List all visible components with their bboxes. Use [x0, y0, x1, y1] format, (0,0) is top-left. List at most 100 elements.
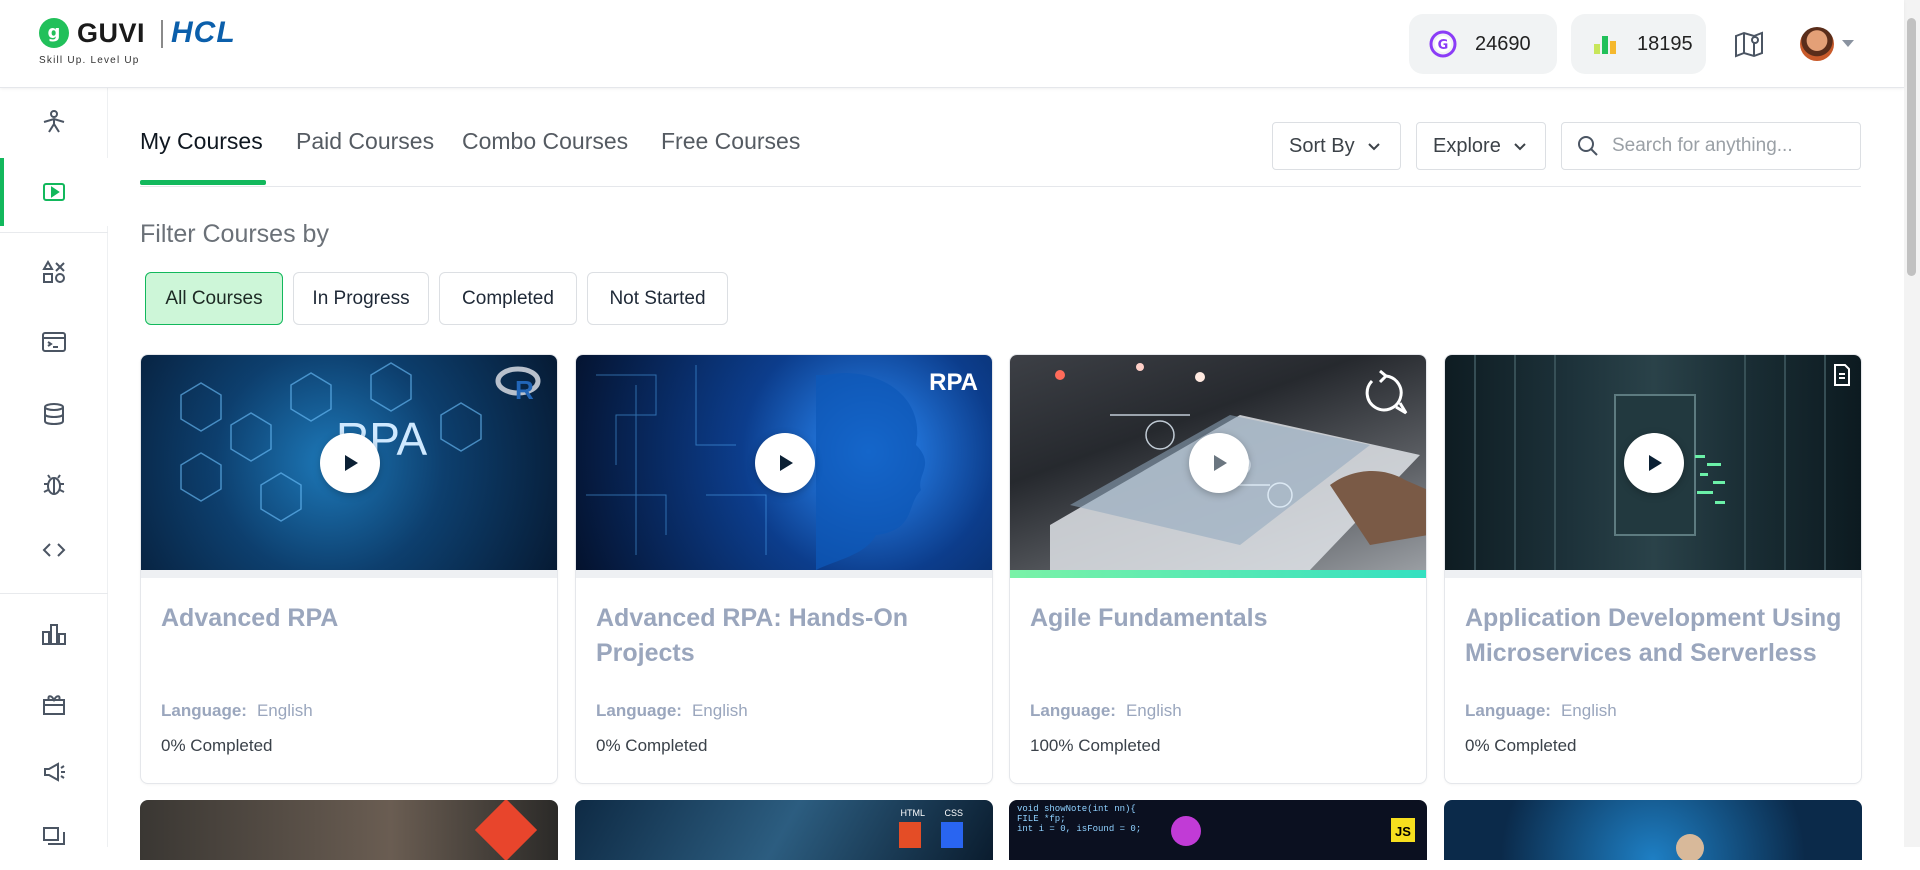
- explore-dropdown[interactable]: Explore: [1416, 122, 1546, 170]
- logo-divider: [161, 20, 163, 48]
- avatar[interactable]: [1800, 27, 1834, 61]
- tab-free-courses[interactable]: Free Courses: [661, 128, 800, 155]
- course-progress-bar: [576, 570, 992, 578]
- document-icon: [1831, 363, 1853, 392]
- scrollbar-thumb[interactable]: [1907, 18, 1916, 276]
- language-label: Language:: [161, 701, 247, 720]
- course-thumbnail[interactable]: RPA R: [141, 355, 557, 570]
- course-title[interactable]: Advanced RPA: [161, 601, 541, 636]
- play-button[interactable]: [320, 433, 380, 493]
- filter-completed[interactable]: Completed: [439, 272, 577, 325]
- filter-all-courses[interactable]: All Courses: [145, 272, 283, 325]
- svg-text:G: G: [1438, 38, 1449, 53]
- language-value: English: [691, 701, 748, 720]
- language-value: English: [1560, 701, 1617, 720]
- forum-icon[interactable]: [0, 802, 108, 870]
- language-label: Language:: [1465, 701, 1551, 720]
- course-title[interactable]: Application Development Using Microservi…: [1465, 601, 1845, 671]
- course-card[interactable]: RPA Advanced RPA: Hands-On Projects Lang…: [575, 354, 993, 784]
- play-icon: [1214, 455, 1227, 471]
- geekoins-count: 24690: [1475, 32, 1531, 55]
- geekoins-pill[interactable]: G 24690: [1409, 14, 1557, 74]
- course-language: Language: English: [1465, 701, 1617, 721]
- r-language-badge: R: [495, 363, 541, 405]
- explore-label: Explore: [1433, 134, 1501, 157]
- filter-title: Filter Courses by: [140, 220, 329, 248]
- play-button[interactable]: [755, 433, 815, 493]
- course-thumbnail[interactable]: RPA: [576, 355, 992, 570]
- announcements-icon[interactable]: [0, 738, 108, 806]
- course-progress-bar: [1445, 570, 1861, 578]
- course-card[interactable]: RPA R Advanced RPA Language: English 0% C…: [140, 354, 558, 784]
- course-card[interactable]: Application Development Using Microservi…: [1444, 354, 1862, 784]
- code-icon[interactable]: [0, 516, 108, 584]
- rpa-badge: RPA: [929, 369, 978, 396]
- code-snippet: void showNote(int nn){FILE *fp; int i = 0…: [1017, 804, 1142, 834]
- play-icon: [345, 455, 358, 471]
- tabs-divider: [140, 186, 1861, 187]
- sort-by-label: Sort By: [1289, 134, 1355, 157]
- filter-in-progress[interactable]: In Progress: [293, 272, 429, 325]
- js-badge: JS: [1391, 818, 1415, 842]
- html-badge: HTML: [900, 808, 926, 818]
- tab-paid-courses[interactable]: Paid Courses: [296, 128, 434, 155]
- rank-points: 18195: [1637, 32, 1693, 55]
- git-logo-icon: [474, 800, 538, 860]
- debug-icon[interactable]: [0, 450, 108, 518]
- course-card-thumbnail[interactable]: void showNote(int nn){FILE *fp; int i = 0…: [1009, 800, 1427, 860]
- search-input[interactable]: [1612, 135, 1852, 157]
- play-button[interactable]: [1189, 433, 1249, 493]
- sidebar-divider: [0, 593, 108, 594]
- progress-fill: [1010, 570, 1426, 578]
- filter-not-started[interactable]: Not Started: [587, 272, 728, 325]
- tab-my-courses[interactable]: My Courses: [140, 128, 263, 155]
- chevron-down-icon: [1367, 143, 1380, 151]
- course-progress-bar: [141, 570, 557, 578]
- rank-pill[interactable]: 18195: [1571, 14, 1706, 74]
- css-badge: CSS: [944, 808, 963, 818]
- course-language: Language: English: [596, 701, 748, 721]
- caret-down-icon[interactable]: [1842, 40, 1854, 47]
- database-icon[interactable]: [0, 380, 108, 448]
- function-icon: [1171, 816, 1201, 846]
- course-progress-text: 0% Completed: [1465, 736, 1577, 755]
- play-icon: [780, 455, 793, 471]
- ide-icon[interactable]: [0, 308, 108, 376]
- guvi-logo-mark: g: [39, 18, 69, 48]
- leaderboard-icon[interactable]: [0, 600, 108, 668]
- svg-text:R: R: [515, 375, 534, 403]
- course-progress-bar: [1010, 570, 1426, 578]
- top-header: g GUVI HCL Skill Up. Level Up G 24690 18…: [0, 0, 1904, 88]
- courses-icon[interactable]: [0, 158, 108, 226]
- language-label: Language:: [596, 701, 682, 720]
- course-card-thumbnail[interactable]: [140, 800, 558, 860]
- course-progress-text: 100% Completed: [1030, 736, 1161, 755]
- course-language: Language: English: [161, 701, 313, 721]
- language-label: Language:: [1030, 701, 1116, 720]
- course-progress-text: 0% Completed: [596, 736, 708, 755]
- play-icon: [1649, 455, 1662, 471]
- course-progress-text: 0% Completed: [161, 736, 273, 755]
- roadmap-icon[interactable]: [1733, 28, 1765, 60]
- search-icon: [1578, 136, 1598, 156]
- practice-icon[interactable]: [0, 238, 108, 306]
- language-value: English: [256, 701, 313, 720]
- play-button[interactable]: [1624, 433, 1684, 493]
- sidebar-divider: [0, 232, 108, 233]
- dashboard-icon[interactable]: [0, 88, 108, 156]
- course-thumbnail[interactable]: [1445, 355, 1861, 570]
- brand-tagline: Skill Up. Level Up: [39, 55, 140, 66]
- course-thumbnail[interactable]: [1010, 355, 1426, 570]
- course-title[interactable]: Advanced RPA: Hands-On Projects: [596, 601, 976, 671]
- course-card-thumbnail[interactable]: [1444, 800, 1862, 860]
- search-box: [1561, 122, 1861, 170]
- sidebar: [0, 88, 108, 847]
- course-title[interactable]: Agile Fundamentals: [1030, 601, 1410, 636]
- course-language: Language: English: [1030, 701, 1182, 721]
- course-card-thumbnail[interactable]: HTML CSS: [575, 800, 993, 860]
- jenkins-logo-icon: [1676, 834, 1704, 860]
- rewards-icon[interactable]: [0, 670, 108, 738]
- tab-combo-courses[interactable]: Combo Courses: [462, 128, 628, 155]
- course-card[interactable]: Agile Fundamentals Language: English 100%…: [1009, 354, 1427, 784]
- sort-by-dropdown[interactable]: Sort By: [1272, 122, 1401, 170]
